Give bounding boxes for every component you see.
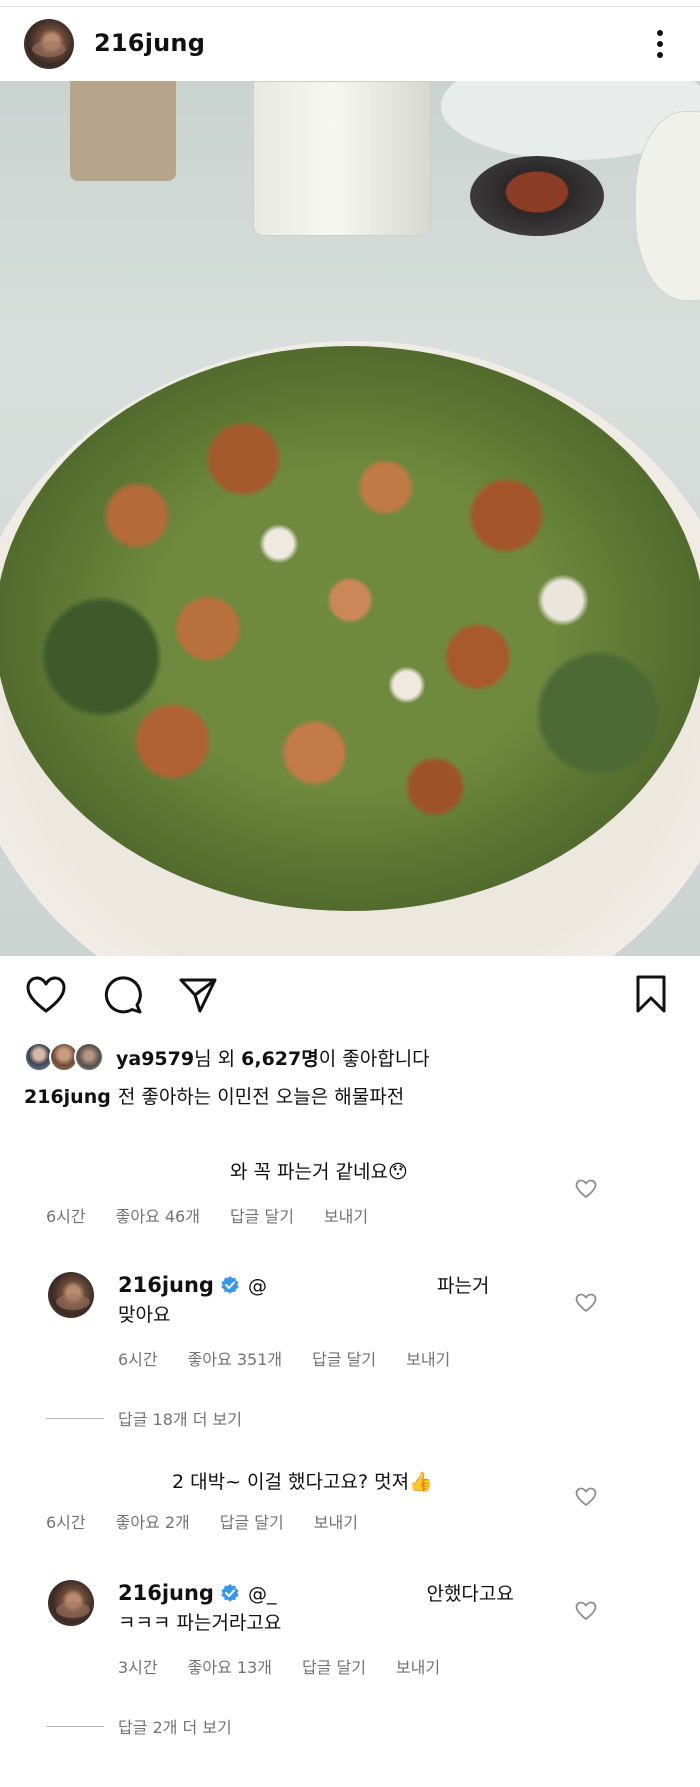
comment-username[interactable]: 216jung: [118, 1581, 214, 1605]
action-bar: [0, 960, 700, 1030]
comment-username[interactable]: 216jung: [118, 1273, 214, 1297]
likes-suffix: 이 좋아합니다: [318, 1047, 430, 1070]
post-header: 216jung: [0, 8, 700, 80]
comment-body: 216jung @_ 안했다고요: [118, 1578, 514, 1609]
comment-time: 6시간: [46, 1513, 86, 1532]
photo-napkin-box: [70, 81, 176, 181]
post-username[interactable]: 216jung: [94, 29, 205, 57]
view-replies-button[interactable]: 답글 2개 더 보기: [46, 1714, 232, 1738]
caption-username[interactable]: 216jung: [24, 1086, 111, 1108]
comment-text: 와 꼭 파는거 같네요😯: [230, 1161, 408, 1183]
more-options-icon[interactable]: [650, 28, 670, 60]
comment-heart-icon[interactable]: [575, 1601, 597, 1621]
comment-body: 216jung @ 파는거: [118, 1270, 489, 1301]
comment-likes[interactable]: 좋아요 351개: [188, 1346, 283, 1370]
comment-text: 파는거: [436, 1275, 490, 1297]
comment-time: 3시간: [118, 1658, 158, 1677]
likes-text: ya9579님 외 6,627명이 좋아합니다: [116, 1044, 430, 1071]
avatar[interactable]: [48, 1580, 94, 1626]
comment-time: 6시간: [118, 1350, 158, 1369]
avatar[interactable]: [24, 19, 74, 69]
send-button[interactable]: 보내기: [314, 1509, 358, 1533]
comment-likes[interactable]: 좋아요 46개: [116, 1203, 200, 1227]
comment-text-line2: 맞아요: [118, 1304, 171, 1326]
first-liker[interactable]: ya9579: [116, 1048, 194, 1070]
comment-heart-icon[interactable]: [575, 1293, 597, 1313]
comment-meta: 6시간 좋아요 46개 답글 달기 보내기: [46, 1203, 398, 1227]
reply-button[interactable]: 답글 달기: [230, 1203, 294, 1227]
photo-sauce-dish: [470, 156, 604, 236]
verified-badge-icon: [221, 1584, 239, 1602]
comment-text-line2: ㅋㅋㅋ 파는거라고요: [118, 1612, 282, 1634]
likes-summary[interactable]: ya9579님 외 6,627명이 좋아합니다: [24, 1040, 430, 1074]
avatar: [74, 1042, 104, 1072]
comment-heart-icon[interactable]: [575, 1179, 597, 1199]
send-button[interactable]: 보내기: [396, 1654, 440, 1678]
bookmark-icon[interactable]: [634, 974, 668, 1014]
comment-mention[interactable]: @_: [248, 1583, 277, 1605]
comment-meta: 6시간 좋아요 2개 답글 달기 보내기: [46, 1509, 388, 1533]
divider: [46, 1725, 104, 1727]
post-image[interactable]: [0, 81, 700, 956]
caption-text: 전 좋아하는 이민전 오늘은 해물파전: [117, 1086, 405, 1108]
send-button[interactable]: 보내기: [406, 1346, 450, 1370]
likes-suffix: 님 외: [194, 1047, 242, 1070]
share-icon[interactable]: [178, 976, 218, 1014]
verified-badge-icon: [221, 1276, 239, 1294]
caption: 216jung 전 좋아하는 이민전 오늘은 해물파전: [24, 1082, 404, 1109]
photo-seafood-pancake: [0, 346, 700, 911]
comment-meta: 3시간 좋아요 13개 답글 달기 보내기: [118, 1654, 470, 1678]
comment-heart-icon[interactable]: [575, 1487, 597, 1507]
likes-count[interactable]: 6,627명: [241, 1048, 319, 1070]
divider: [46, 1417, 104, 1419]
top-divider: [0, 6, 700, 7]
reply-button[interactable]: 답글 달기: [312, 1346, 376, 1370]
comment-meta: 6시간 좋아요 351개 답글 달기 보내기: [118, 1346, 480, 1370]
photo-cup: [253, 81, 431, 236]
liker-avatars: [24, 1042, 110, 1072]
comment-text: 안했다고요: [426, 1583, 514, 1605]
view-replies-button[interactable]: 답글 18개 더 보기: [46, 1406, 242, 1430]
comment-mention[interactable]: @: [248, 1275, 267, 1297]
comment-icon[interactable]: [103, 975, 143, 1015]
comment-text: 2 대박~ 이걸 했다고요? 멋져👍: [172, 1471, 433, 1493]
reply-button[interactable]: 답글 달기: [220, 1509, 284, 1533]
send-button[interactable]: 보내기: [324, 1203, 368, 1227]
view-replies-label: 답글 18개 더 보기: [118, 1410, 242, 1429]
avatar[interactable]: [48, 1272, 94, 1318]
comment-time: 6시간: [46, 1207, 86, 1226]
comment-likes[interactable]: 좋아요 2개: [116, 1509, 190, 1533]
reply-button[interactable]: 답글 달기: [302, 1654, 366, 1678]
heart-icon[interactable]: [26, 976, 66, 1014]
view-replies-label: 답글 2개 더 보기: [118, 1718, 232, 1737]
comment-likes[interactable]: 좋아요 13개: [188, 1654, 272, 1678]
